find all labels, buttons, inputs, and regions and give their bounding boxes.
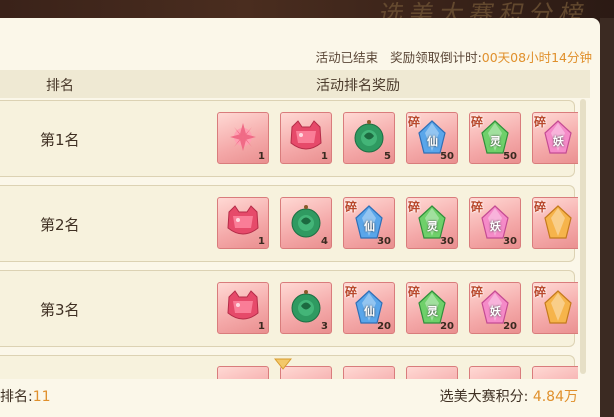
item-count: 50 bbox=[440, 151, 454, 162]
fragment-type-label: 妖 bbox=[553, 135, 564, 148]
reward-item[interactable] bbox=[532, 366, 578, 379]
item-count: 20 bbox=[377, 321, 391, 332]
rewards-column-header: 活动排名奖励 bbox=[316, 78, 400, 94]
rank-label: 第1名 bbox=[40, 131, 80, 149]
item-count: 30 bbox=[440, 236, 454, 247]
fragment-type-label: 仙 bbox=[427, 135, 438, 148]
reward-item[interactable]: 碎仙 30 bbox=[343, 197, 395, 249]
reward-row-3: 第3名 1 3 碎仙 20 碎灵 20 碎妖 20 碎 bbox=[0, 270, 578, 347]
fragment-mark: 碎 bbox=[534, 200, 547, 214]
event-status: 活动已结束 bbox=[315, 50, 379, 65]
reward-row-1: 第1名 1 1 5 碎仙 50 碎灵 50 碎妖 bbox=[0, 100, 578, 177]
fragment-type-label: 灵 bbox=[427, 220, 438, 233]
reward-item[interactable]: 碎 bbox=[532, 282, 578, 334]
reward-item[interactable]: 1 bbox=[217, 112, 269, 164]
reward-item[interactable]: 3 bbox=[280, 282, 332, 334]
fragment-mark: 碎 bbox=[471, 285, 484, 299]
reward-item[interactable]: 5 bbox=[343, 112, 395, 164]
fragment-mark: 碎 bbox=[345, 200, 358, 214]
fragment-mark: 碎 bbox=[408, 200, 421, 214]
fragment-mark: 碎 bbox=[534, 115, 547, 129]
reward-item[interactable]: 碎妖 20 bbox=[469, 282, 521, 334]
item-count: 4 bbox=[321, 236, 328, 247]
score-label: 选美大赛积分: bbox=[439, 389, 529, 405]
reward-item[interactable]: 4 bbox=[280, 197, 332, 249]
panel-right-edge bbox=[600, 18, 614, 417]
fragment-mark: 碎 bbox=[408, 115, 421, 129]
item-count: 1 bbox=[258, 236, 265, 247]
fragment-mark: 碎 bbox=[534, 285, 547, 299]
my-rank-label: 排名: bbox=[0, 389, 33, 405]
reward-item[interactable]: 碎 bbox=[532, 197, 578, 249]
fragment-mark: 碎 bbox=[345, 285, 358, 299]
item-count: 1 bbox=[321, 151, 328, 162]
countdown-value: 00天08小时14分钟 bbox=[481, 50, 592, 65]
fragment-type-label: 仙 bbox=[364, 220, 375, 233]
my-score: 选美大赛积分: 4.84万 bbox=[440, 386, 578, 406]
rank-label: 第2名 bbox=[40, 216, 80, 234]
reward-row-2: 第2名 1 4 碎仙 30 碎灵 30 碎妖 30 碎 bbox=[0, 185, 578, 262]
item-count: 1 bbox=[258, 321, 265, 332]
item-count: 50 bbox=[503, 151, 517, 162]
item-count: 20 bbox=[503, 321, 517, 332]
fragment-type-label: 灵 bbox=[490, 135, 501, 148]
reward-list[interactable]: 第1名 1 1 5 碎仙 50 碎灵 50 碎妖 第2名 1 4 碎仙 30 碎灵 30 碎妖 30 碎 第3… bbox=[0, 99, 578, 379]
reward-item[interactable]: 碎仙 20 bbox=[343, 282, 395, 334]
reward-item[interactable]: 1 bbox=[280, 112, 332, 164]
fragment-type-label: 妖 bbox=[490, 305, 501, 318]
fragment-mark: 碎 bbox=[471, 200, 484, 214]
fragment-type-label: 妖 bbox=[490, 220, 501, 233]
score-value: 4.84万 bbox=[532, 389, 578, 405]
item-count: 30 bbox=[503, 236, 517, 247]
item-count: 30 bbox=[377, 236, 391, 247]
reward-item[interactable]: 1 bbox=[217, 282, 269, 334]
item-count: 20 bbox=[440, 321, 454, 332]
reward-item[interactable]: 碎灵 20 bbox=[406, 282, 458, 334]
reward-item[interactable]: 碎灵 50 bbox=[469, 112, 521, 164]
item-count: 1 bbox=[258, 151, 265, 162]
footer-bar: 排名:11 选美大赛积分: 4.84万 bbox=[0, 383, 600, 417]
fragment-type-label: 灵 bbox=[427, 305, 438, 318]
fragment-mark: 碎 bbox=[471, 115, 484, 129]
fragment-mark: 碎 bbox=[408, 285, 421, 299]
list-scrollbar[interactable] bbox=[580, 99, 586, 374]
reward-item[interactable]: 碎灵 30 bbox=[406, 197, 458, 249]
column-header: 排名 活动排名奖励 bbox=[0, 70, 590, 98]
my-rank-value: 11 bbox=[32, 389, 51, 405]
reward-item[interactable]: 碎妖 bbox=[532, 112, 578, 164]
rank-label: 第3名 bbox=[40, 301, 80, 319]
reward-item[interactable]: 碎妖 30 bbox=[469, 197, 521, 249]
reward-item[interactable]: 1 bbox=[217, 197, 269, 249]
rank-column-header: 排名 bbox=[46, 78, 74, 94]
item-count: 3 bbox=[321, 321, 328, 332]
reward-item[interactable]: 碎仙 50 bbox=[406, 112, 458, 164]
fragment-type-label: 仙 bbox=[364, 305, 375, 318]
reward-item[interactable] bbox=[217, 366, 269, 379]
event-status-line: 活动已结束 奖励领取倒计时:00天08小时14分钟 bbox=[316, 47, 592, 66]
reward-item[interactable] bbox=[343, 366, 395, 379]
countdown-label: 奖励领取倒计时: bbox=[390, 50, 482, 65]
scroll-down-arrow-icon[interactable] bbox=[274, 356, 292, 372]
reward-item[interactable] bbox=[406, 366, 458, 379]
my-rank: 排名:11 bbox=[0, 386, 51, 406]
reward-item[interactable] bbox=[469, 366, 521, 379]
item-count: 5 bbox=[384, 151, 391, 162]
